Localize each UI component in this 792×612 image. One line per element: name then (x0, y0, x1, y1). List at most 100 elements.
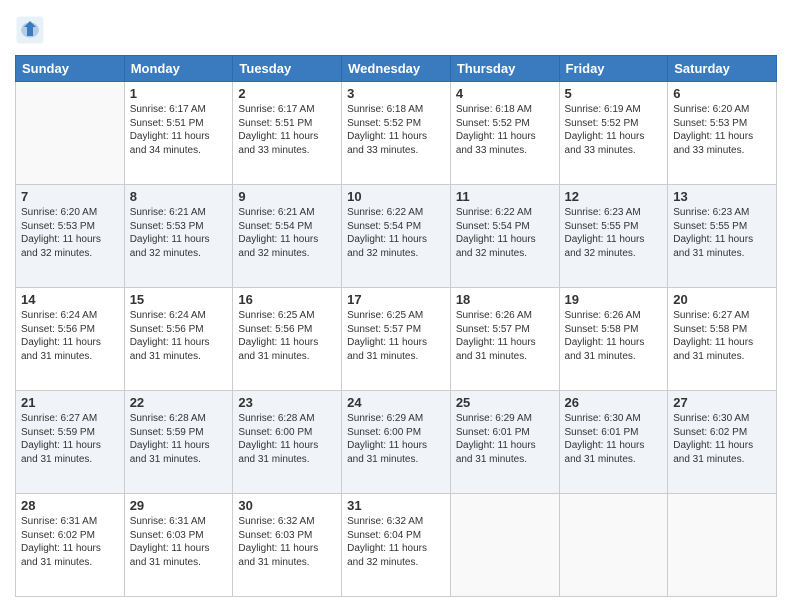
day-number: 28 (21, 498, 119, 513)
calendar-cell: 24 Sunrise: 6:29 AM Sunset: 6:00 PM Dayli… (342, 391, 451, 494)
day-info: Sunrise: 6:31 AM Sunset: 6:02 PM Dayligh… (21, 515, 119, 569)
calendar-week-row: 7 Sunrise: 6:20 AM Sunset: 5:53 PM Daylig… (16, 185, 777, 288)
day-info: Sunrise: 6:26 AM Sunset: 5:57 PM Dayligh… (456, 309, 554, 363)
calendar-cell: 18 Sunrise: 6:26 AM Sunset: 5:57 PM Dayli… (450, 288, 559, 391)
calendar-cell: 3 Sunrise: 6:18 AM Sunset: 5:52 PM Daylig… (342, 82, 451, 185)
day-info: Sunrise: 6:23 AM Sunset: 5:55 PM Dayligh… (565, 206, 663, 260)
calendar-cell: 6 Sunrise: 6:20 AM Sunset: 5:53 PM Daylig… (668, 82, 777, 185)
day-number: 11 (456, 189, 554, 204)
header (15, 15, 777, 45)
calendar-header-sunday: Sunday (16, 56, 125, 82)
calendar-cell: 30Sunrise: 6:32 AM Sunset: 6:03 PM Dayli… (233, 494, 342, 597)
day-info: Sunrise: 6:30 AM Sunset: 6:02 PM Dayligh… (673, 412, 771, 466)
day-number: 22 (130, 395, 228, 410)
calendar-week-row: 14 Sunrise: 6:24 AM Sunset: 5:56 PM Dayli… (16, 288, 777, 391)
day-info: Sunrise: 6:17 AM Sunset: 5:51 PM Dayligh… (130, 103, 228, 157)
day-info: Sunrise: 6:20 AM Sunset: 5:53 PM Dayligh… (21, 206, 119, 260)
calendar-cell: 22 Sunrise: 6:28 AM Sunset: 5:59 PM Dayli… (124, 391, 233, 494)
logo (15, 15, 50, 45)
day-number: 10 (347, 189, 445, 204)
day-info: Sunrise: 6:30 AM Sunset: 6:01 PM Dayligh… (565, 412, 663, 466)
day-info: Sunrise: 6:31 AM Sunset: 6:03 PM Dayligh… (130, 515, 228, 569)
calendar-cell: 14 Sunrise: 6:24 AM Sunset: 5:56 PM Dayli… (16, 288, 125, 391)
day-info: Sunrise: 6:26 AM Sunset: 5:58 PM Dayligh… (565, 309, 663, 363)
calendar-cell: 9 Sunrise: 6:21 AM Sunset: 5:54 PM Daylig… (233, 185, 342, 288)
calendar-cell: 17 Sunrise: 6:25 AM Sunset: 5:57 PM Dayli… (342, 288, 451, 391)
calendar-cell (450, 494, 559, 597)
day-number: 27 (673, 395, 771, 410)
day-number: 23 (238, 395, 336, 410)
calendar-cell: 11 Sunrise: 6:22 AM Sunset: 5:54 PM Dayli… (450, 185, 559, 288)
day-number: 29 (130, 498, 228, 513)
calendar-cell: 21 Sunrise: 6:27 AM Sunset: 5:59 PM Dayli… (16, 391, 125, 494)
day-number: 9 (238, 189, 336, 204)
day-number: 24 (347, 395, 445, 410)
day-info: Sunrise: 6:29 AM Sunset: 6:00 PM Dayligh… (347, 412, 445, 466)
calendar-cell: 15 Sunrise: 6:24 AM Sunset: 5:56 PM Dayli… (124, 288, 233, 391)
calendar-week-row: 28 Sunrise: 6:31 AM Sunset: 6:02 PM Dayli… (16, 494, 777, 597)
calendar-cell: 20Sunrise: 6:27 AM Sunset: 5:58 PM Dayli… (668, 288, 777, 391)
day-number: 4 (456, 86, 554, 101)
calendar-cell: 16Sunrise: 6:25 AM Sunset: 5:56 PM Dayli… (233, 288, 342, 391)
day-number: 12 (565, 189, 663, 204)
day-number: 25 (456, 395, 554, 410)
calendar-cell (668, 494, 777, 597)
day-number: 14 (21, 292, 119, 307)
day-number: 3 (347, 86, 445, 101)
day-info: Sunrise: 6:24 AM Sunset: 5:56 PM Dayligh… (130, 309, 228, 363)
calendar-header-wednesday: Wednesday (342, 56, 451, 82)
calendar-cell: 10 Sunrise: 6:22 AM Sunset: 5:54 PM Dayli… (342, 185, 451, 288)
day-number: 17 (347, 292, 445, 307)
calendar-week-row: 1 Sunrise: 6:17 AM Sunset: 5:51 PM Daylig… (16, 82, 777, 185)
calendar-cell: 8Sunrise: 6:21 AM Sunset: 5:53 PM Daylig… (124, 185, 233, 288)
day-info: Sunrise: 6:28 AM Sunset: 5:59 PM Dayligh… (130, 412, 228, 466)
day-number: 1 (130, 86, 228, 101)
day-number: 20 (673, 292, 771, 307)
calendar-cell: 27 Sunrise: 6:30 AM Sunset: 6:02 PM Dayli… (668, 391, 777, 494)
calendar-cell: 31Sunrise: 6:32 AM Sunset: 6:04 PM Dayli… (342, 494, 451, 597)
day-info: Sunrise: 6:25 AM Sunset: 5:57 PM Dayligh… (347, 309, 445, 363)
calendar-body: 1 Sunrise: 6:17 AM Sunset: 5:51 PM Daylig… (16, 82, 777, 597)
day-number: 15 (130, 292, 228, 307)
calendar-cell: 13 Sunrise: 6:23 AM Sunset: 5:55 PM Dayli… (668, 185, 777, 288)
day-info: Sunrise: 6:18 AM Sunset: 5:52 PM Dayligh… (347, 103, 445, 157)
day-info: Sunrise: 6:27 AM Sunset: 5:59 PM Dayligh… (21, 412, 119, 466)
calendar-cell: 7 Sunrise: 6:20 AM Sunset: 5:53 PM Daylig… (16, 185, 125, 288)
calendar-header-thursday: Thursday (450, 56, 559, 82)
day-number: 26 (565, 395, 663, 410)
day-number: 6 (673, 86, 771, 101)
calendar-cell: 23 Sunrise: 6:28 AM Sunset: 6:00 PM Dayli… (233, 391, 342, 494)
calendar-cell: 1 Sunrise: 6:17 AM Sunset: 5:51 PM Daylig… (124, 82, 233, 185)
calendar-cell: 2 Sunrise: 6:17 AM Sunset: 5:51 PM Daylig… (233, 82, 342, 185)
day-info: Sunrise: 6:24 AM Sunset: 5:56 PM Dayligh… (21, 309, 119, 363)
logo-icon (15, 15, 45, 45)
day-info: Sunrise: 6:23 AM Sunset: 5:55 PM Dayligh… (673, 206, 771, 260)
calendar-header-friday: Friday (559, 56, 668, 82)
calendar-week-row: 21 Sunrise: 6:27 AM Sunset: 5:59 PM Dayli… (16, 391, 777, 494)
day-number: 30 (238, 498, 336, 513)
calendar-cell (16, 82, 125, 185)
day-number: 13 (673, 189, 771, 204)
day-info: Sunrise: 6:18 AM Sunset: 5:52 PM Dayligh… (456, 103, 554, 157)
calendar-cell: 26 Sunrise: 6:30 AM Sunset: 6:01 PM Dayli… (559, 391, 668, 494)
day-number: 21 (21, 395, 119, 410)
day-info: Sunrise: 6:28 AM Sunset: 6:00 PM Dayligh… (238, 412, 336, 466)
day-info: Sunrise: 6:17 AM Sunset: 5:51 PM Dayligh… (238, 103, 336, 157)
day-info: Sunrise: 6:21 AM Sunset: 5:54 PM Dayligh… (238, 206, 336, 260)
calendar-cell: 19Sunrise: 6:26 AM Sunset: 5:58 PM Dayli… (559, 288, 668, 391)
day-number: 5 (565, 86, 663, 101)
day-info: Sunrise: 6:19 AM Sunset: 5:52 PM Dayligh… (565, 103, 663, 157)
day-info: Sunrise: 6:22 AM Sunset: 5:54 PM Dayligh… (347, 206, 445, 260)
day-number: 8 (130, 189, 228, 204)
calendar-header-row: SundayMondayTuesdayWednesdayThursdayFrid… (16, 56, 777, 82)
calendar-cell: 12 Sunrise: 6:23 AM Sunset: 5:55 PM Dayli… (559, 185, 668, 288)
day-number: 7 (21, 189, 119, 204)
day-number: 16 (238, 292, 336, 307)
calendar-cell: 25Sunrise: 6:29 AM Sunset: 6:01 PM Dayli… (450, 391, 559, 494)
page: SundayMondayTuesdayWednesdayThursdayFrid… (0, 0, 792, 612)
day-info: Sunrise: 6:20 AM Sunset: 5:53 PM Dayligh… (673, 103, 771, 157)
day-number: 2 (238, 86, 336, 101)
calendar-cell (559, 494, 668, 597)
day-number: 18 (456, 292, 554, 307)
day-info: Sunrise: 6:22 AM Sunset: 5:54 PM Dayligh… (456, 206, 554, 260)
